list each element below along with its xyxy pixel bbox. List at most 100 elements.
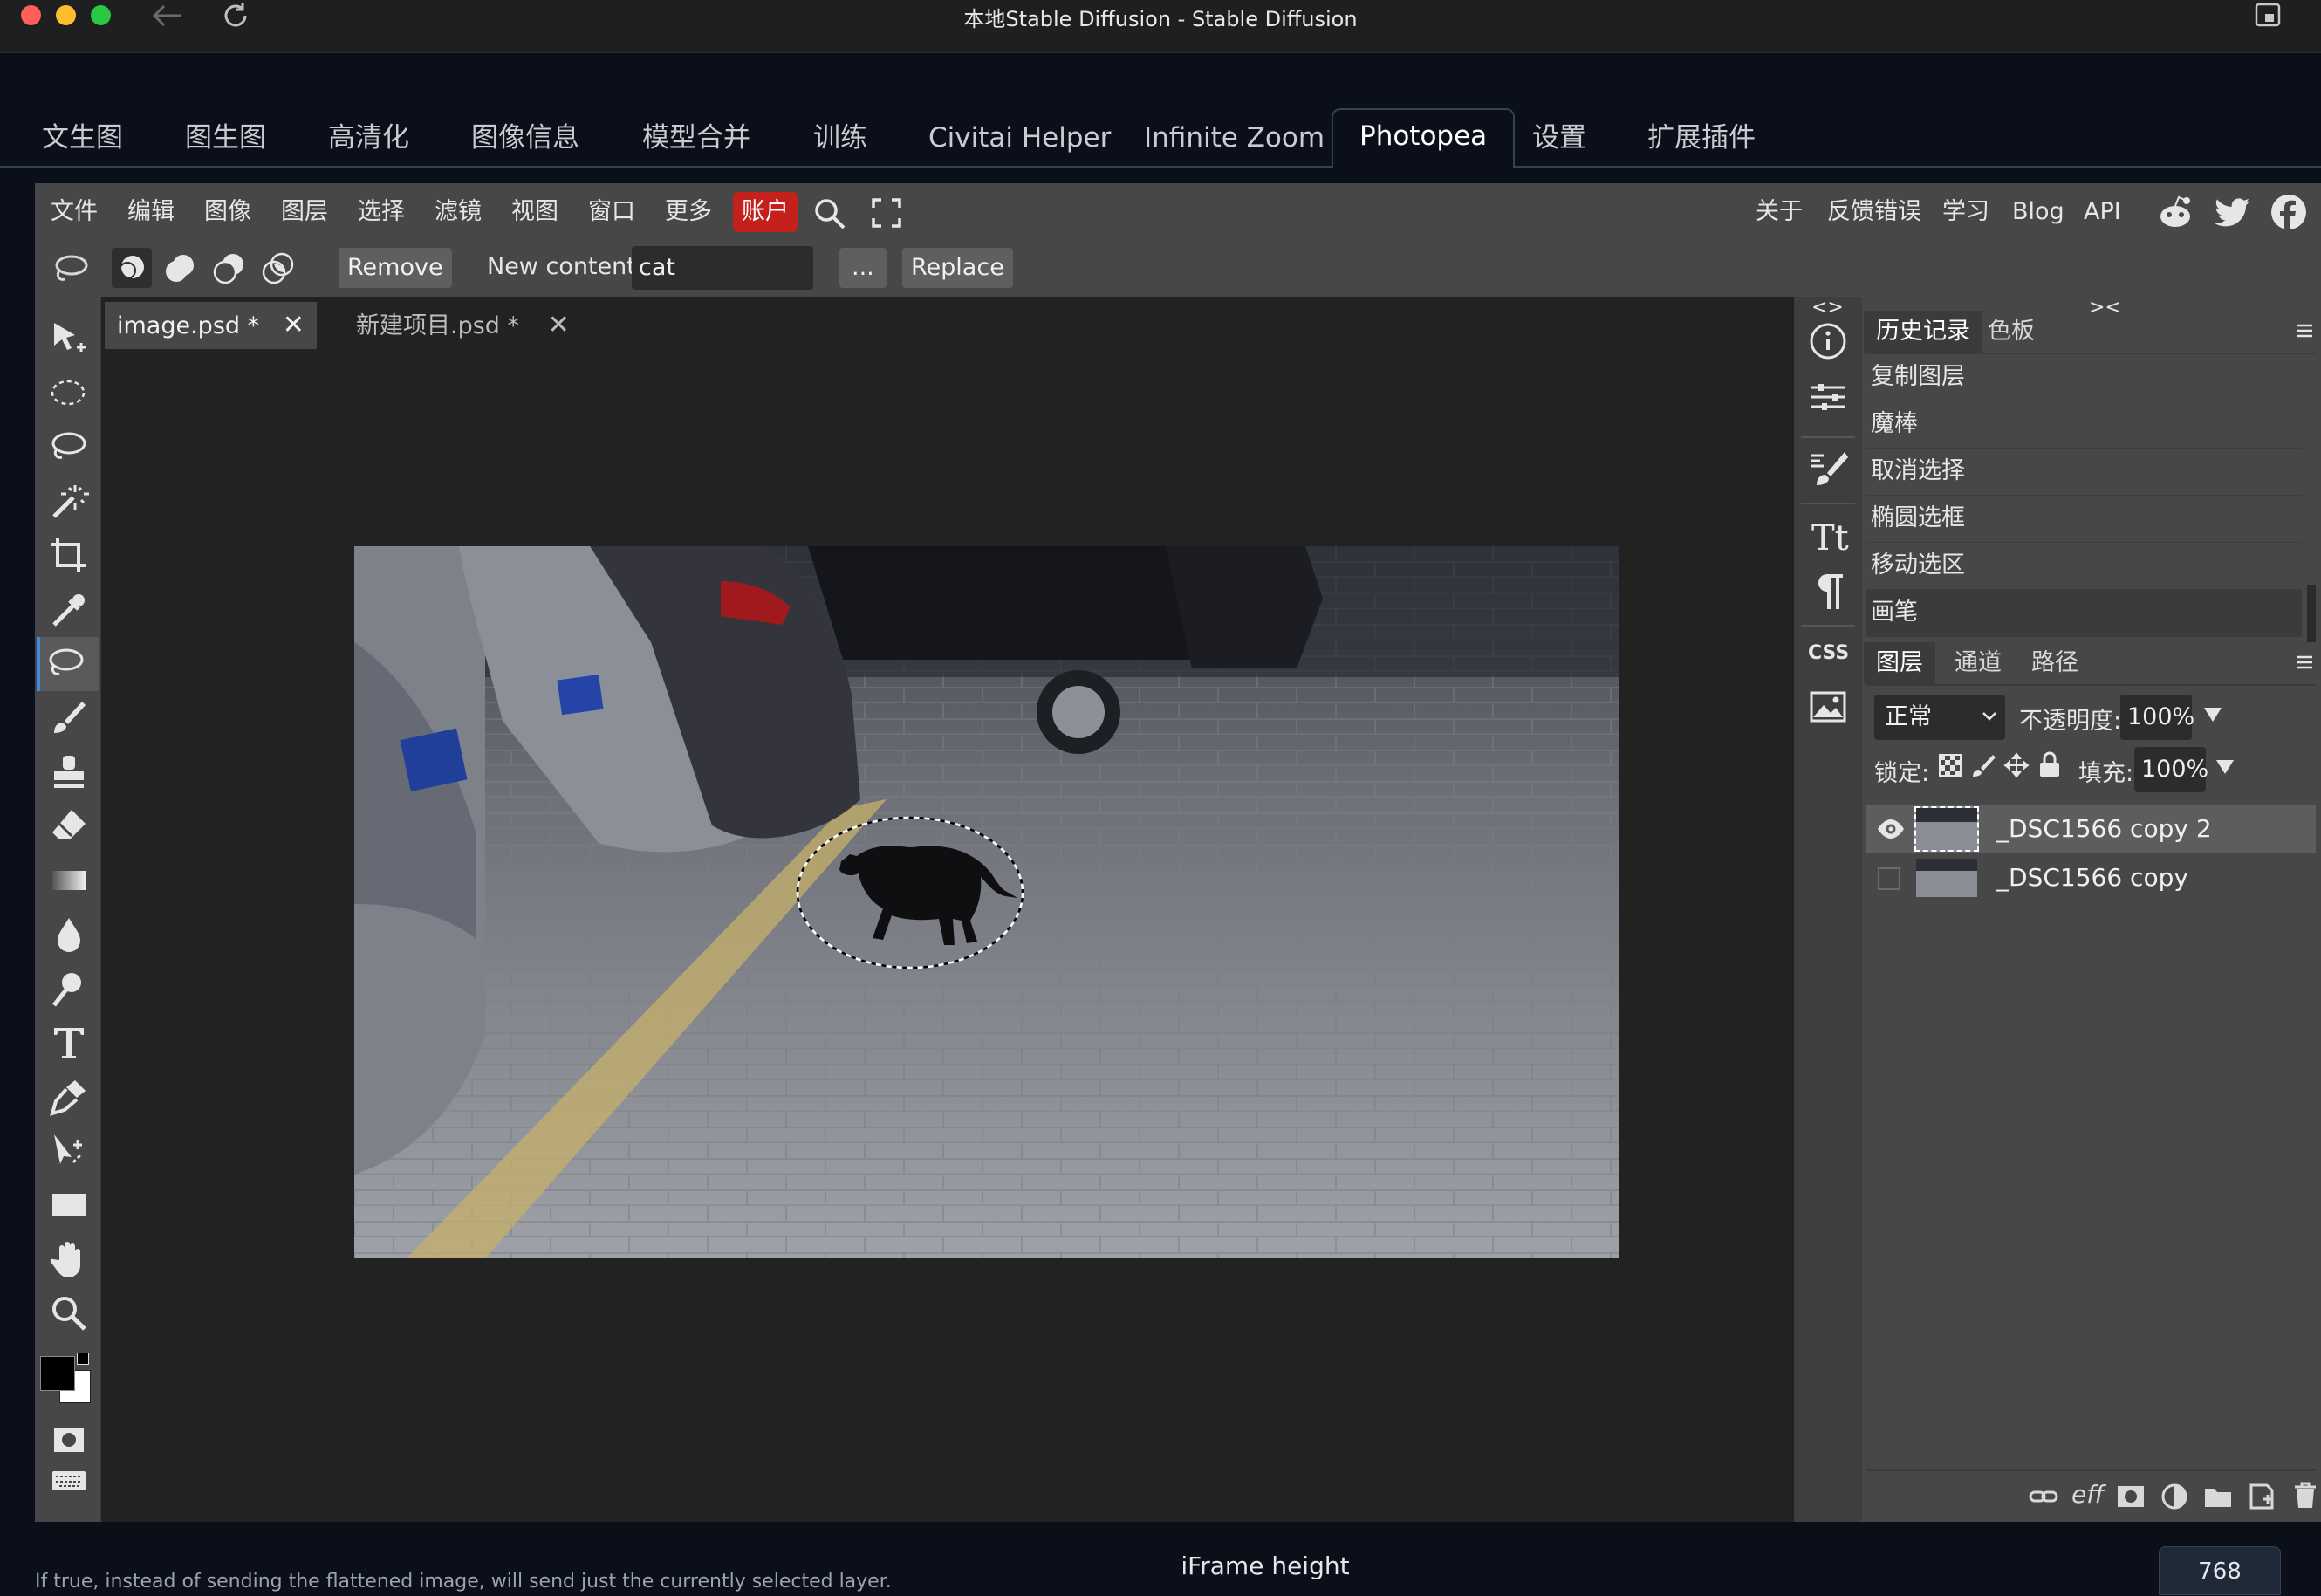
blur-tool-icon[interactable] [47,913,91,956]
move-tool-icon[interactable] [47,318,91,361]
gradient-tool-icon[interactable] [47,859,91,902]
layer-row[interactable]: _DSC1566 copy 2 [1866,805,2316,853]
opacity-dropdown-icon[interactable] [2202,705,2223,728]
menu-report-bug[interactable]: 反馈错误 [1827,192,1921,232]
menu-edit[interactable]: 编辑 [127,192,175,232]
pen-tool-icon[interactable] [47,1075,91,1119]
new-layer-icon[interactable] [2246,1482,2277,1515]
dodge-tool-icon[interactable] [47,967,91,1010]
tab-txt2img[interactable]: 文生图 [42,112,123,164]
adjustment-layer-icon[interactable] [2159,1482,2190,1515]
fill-input[interactable]: 100% [2134,747,2208,792]
hand-tool-icon[interactable] [47,1237,91,1281]
tab-extensions[interactable]: 扩展插件 [1647,112,1756,164]
layer-effects-icon[interactable]: eff [2071,1480,2104,1509]
eraser-tool-icon[interactable] [47,805,91,848]
type-tool-icon[interactable] [47,1021,91,1065]
lock-pixels-icon[interactable] [1970,752,1996,782]
info-icon[interactable] [1806,319,1850,363]
tab-history[interactable]: 历史记录 [1864,311,1982,353]
paragraph-icon[interactable] [1806,569,1850,613]
visibility-checkbox[interactable] [1878,867,1900,890]
css-panel-icon[interactable]: CSS [1808,642,1849,664]
history-item[interactable]: 移动选区 [1866,543,2302,590]
object-select-icon[interactable] [37,637,99,691]
history-item-current[interactable]: 画笔 [1866,590,2302,637]
lock-transparency-icon[interactable] [1937,752,1963,782]
history-panel-menu-icon[interactable] [2293,318,2316,347]
tab-png-info[interactable]: 图像信息 [471,112,579,164]
brush-settings-icon[interactable] [1806,447,1850,490]
tab-photopea[interactable]: Photopea [1332,108,1516,168]
menu-image[interactable]: 图像 [204,192,251,232]
history-item[interactable]: 魔棒 [1866,401,2302,449]
close-icon[interactable]: ✕ [283,310,305,340]
subtract-selection-mode-icon[interactable] [209,248,250,291]
new-selection-mode-icon[interactable] [112,248,152,288]
menu-select[interactable]: 选择 [358,192,405,232]
zoom-tool-icon[interactable] [47,1291,91,1335]
fill-dropdown-icon[interactable] [2215,757,2235,780]
share-screen-icon[interactable] [2253,2,2284,31]
tab-infinite-zoom[interactable]: Infinite Zoom [1144,112,1325,164]
default-colors-icon[interactable] [77,1353,89,1365]
path-select-icon[interactable] [47,1129,91,1173]
lock-position-icon[interactable] [2003,752,2030,782]
brush-tool-icon[interactable] [47,696,91,740]
search-icon[interactable] [811,195,848,236]
quick-mask-icon[interactable] [47,1424,91,1456]
opacity-input[interactable]: 100% [2120,695,2194,740]
lasso-tool-icon[interactable] [47,426,91,469]
menu-about[interactable]: 关于 [1756,192,1803,232]
tab-train[interactable]: 训练 [813,112,867,164]
adjustments-icon[interactable] [1806,375,1850,419]
lasso-preset-icon[interactable] [52,253,89,288]
link-layers-icon[interactable] [2028,1482,2059,1515]
character-icon[interactable]: Tt [1806,515,1850,558]
menu-blog[interactable]: Blog [2012,192,2064,232]
keyboard-icon[interactable] [47,1468,91,1494]
delete-layer-icon[interactable] [2290,1480,2321,1515]
menu-file[interactable]: 文件 [51,192,98,232]
tab-settings[interactable]: 设置 [1532,112,1586,164]
menu-more[interactable]: 更多 [665,192,712,232]
reddit-icon[interactable] [2157,195,2194,234]
expand-panels-toggle[interactable]: <> [1811,297,1844,319]
history-scrollbar[interactable] [2307,585,2316,642]
crop-tool-icon[interactable] [47,534,91,578]
blend-mode-select[interactable]: 正常 [1874,695,2005,740]
layer-row[interactable]: _DSC1566 copy [1866,853,2316,902]
menu-layer[interactable]: 图层 [281,192,328,232]
doc-tab-new-project[interactable]: 新建项目.psd * ✕ [344,302,582,349]
new-group-icon[interactable] [2202,1482,2234,1515]
intersect-selection-mode-icon[interactable] [258,248,298,291]
menu-api[interactable]: API [2084,192,2121,232]
tab-layers[interactable]: 图层 [1864,642,1935,684]
tab-checkpoint-merger[interactable]: 模型合并 [642,112,750,164]
shape-tool-icon[interactable] [47,1183,91,1227]
color-swatches[interactable] [38,1353,94,1410]
tab-civitai-helper[interactable]: Civitai Helper [928,112,1111,164]
history-item[interactable]: 复制图层 [1866,354,2302,401]
fullscreen-icon[interactable] [871,197,902,232]
history-item[interactable]: 取消选择 [1866,449,2302,496]
marquee-tool-icon[interactable] [47,372,91,415]
tab-img2img[interactable]: 图生图 [185,112,266,164]
menu-view[interactable]: 视图 [511,192,558,232]
add-mask-icon[interactable] [2115,1482,2146,1515]
account-button[interactable]: 账户 [733,192,798,232]
new-content-input[interactable]: cat [632,246,813,290]
tab-paths[interactable]: 路径 [2019,642,2091,684]
facebook-icon[interactable] [2270,194,2307,234]
tab-channels[interactable]: 通道 [1942,642,2014,684]
magic-wand-icon[interactable] [47,480,91,524]
menu-window[interactable]: 窗口 [588,192,635,232]
stamp-tool-icon[interactable] [47,750,91,794]
eyedropper-icon[interactable] [47,588,91,632]
close-icon[interactable]: ✕ [548,310,570,340]
lock-all-icon[interactable] [2037,750,2063,782]
layers-panel-menu-icon[interactable] [2293,649,2316,679]
collapse-panels-toggle[interactable]: >< [2089,297,2121,319]
image-panel-icon[interactable] [1806,686,1850,730]
menu-filter[interactable]: 滤镜 [435,192,482,232]
